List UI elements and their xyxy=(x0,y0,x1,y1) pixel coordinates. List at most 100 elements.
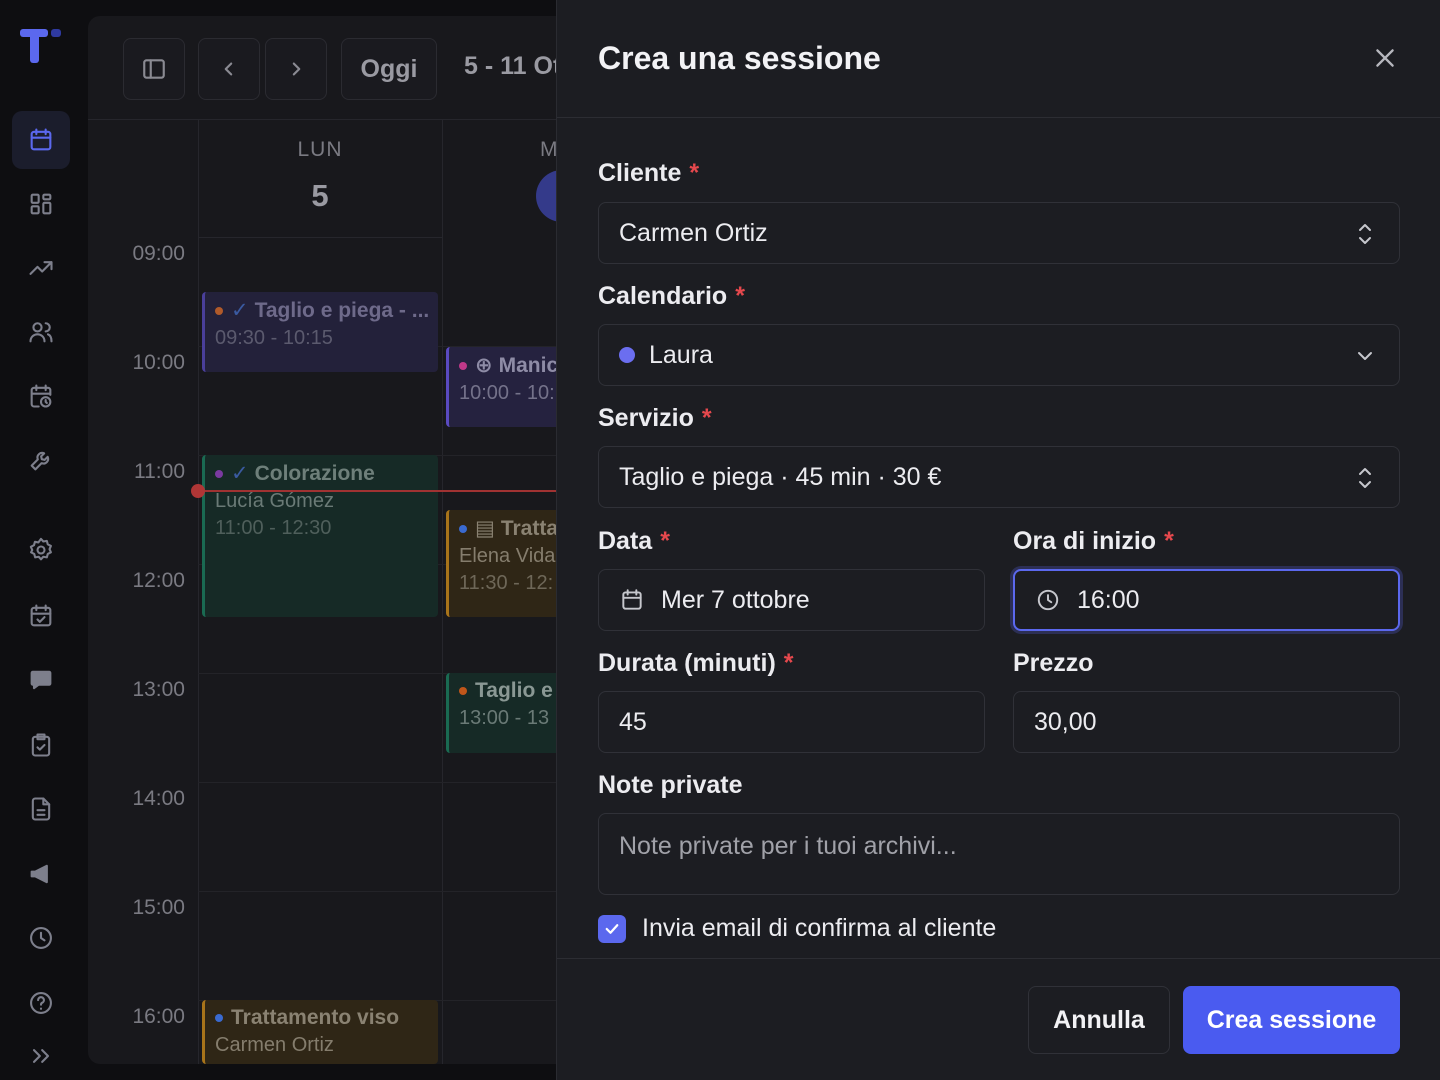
document-icon: ▤ xyxy=(475,517,495,540)
status-dot xyxy=(459,525,467,534)
event-time: 09:30 - 10:15 xyxy=(215,327,333,349)
chevron-up-down-icon xyxy=(1359,468,1371,488)
close-icon xyxy=(1376,49,1394,67)
chevron-left-icon xyxy=(224,62,233,76)
tasks-nav-button[interactable] xyxy=(12,716,70,774)
send-email-label: Invia email di confirma al cliente xyxy=(642,914,997,942)
event-title: Taglio e piega - ... xyxy=(254,299,430,322)
status-dot xyxy=(215,307,223,316)
client-value: Carmen Ortiz xyxy=(619,218,768,247)
start-time-input[interactable]: 16:00 xyxy=(1013,569,1400,631)
send-email-checkbox[interactable] xyxy=(598,914,626,943)
event-time: 13:00 - 13 xyxy=(459,707,550,729)
time-label: 12:00 xyxy=(132,569,185,592)
calendar-event[interactable]: ⊕ Manic 10:00 - 10: xyxy=(446,347,568,427)
price-input[interactable]: 30,00 xyxy=(1013,691,1400,753)
grid-icon xyxy=(30,193,52,215)
client-label: Cliente * xyxy=(598,159,700,187)
messages-nav-button[interactable] xyxy=(12,651,70,709)
notes-placeholder: Note private per i tuoi archivi... xyxy=(619,832,957,860)
calendar-select[interactable]: Laura xyxy=(598,324,1400,386)
chevron-up-down-icon xyxy=(1359,224,1371,244)
calendar-value: Laura xyxy=(649,340,713,369)
service-select[interactable]: Taglio e piega · 45 min · 30 € xyxy=(598,446,1400,508)
day-header-monday[interactable]: LUN 5 xyxy=(198,120,442,238)
event-client: Lucía Gómez xyxy=(215,490,334,512)
service-value: Taglio e piega · 45 min · 30 € xyxy=(619,462,942,491)
dashboard-nav-button[interactable] xyxy=(12,175,70,233)
panel-title: Crea una sessione xyxy=(598,40,881,76)
price-label: Prezzo xyxy=(1013,649,1094,677)
check-icon xyxy=(605,923,619,934)
required-mark: * xyxy=(783,649,794,677)
globe-icon: ⊕ xyxy=(475,354,493,377)
marketing-nav-button[interactable] xyxy=(12,845,70,903)
next-week-button[interactable] xyxy=(265,38,327,100)
bookings-nav-button[interactable] xyxy=(12,587,70,645)
required-mark: * xyxy=(1164,527,1174,555)
time-label: 16:00 xyxy=(132,1005,185,1028)
service-label: Servizio * xyxy=(598,404,712,432)
close-button[interactable] xyxy=(1367,40,1403,76)
send-email-option[interactable]: Invia email di confirma al cliente xyxy=(598,914,996,943)
cancel-button[interactable]: Annulla xyxy=(1028,986,1170,1054)
time-label: 11:00 xyxy=(134,460,185,483)
tools-nav-button[interactable] xyxy=(12,431,70,489)
calendar-nav-button[interactable] xyxy=(12,111,70,169)
duration-input[interactable]: 45 xyxy=(598,691,985,753)
date-picker[interactable]: Mer 7 ottobre xyxy=(598,569,985,631)
event-time: 10:00 - 10: xyxy=(459,382,555,404)
panel-footer: Annulla Crea sessione xyxy=(557,958,1440,1080)
settings-nav-button[interactable] xyxy=(12,521,70,579)
day-name: LUN xyxy=(297,138,343,161)
calendar-event[interactable]: ✓ Taglio e piega - ... 09:30 - 10:15 xyxy=(202,292,438,372)
create-session-panel: Crea una sessione Cliente * Carmen Ortiz … xyxy=(556,0,1440,1080)
start-time-label: Ora di inizio * xyxy=(1013,527,1174,555)
calendar-event[interactable]: ▤ Tratta Elena Vida 11:30 - 12: xyxy=(446,510,568,617)
wrench-icon xyxy=(30,451,50,471)
calendar-clock-icon xyxy=(30,384,52,408)
documents-nav-button[interactable] xyxy=(12,780,70,838)
clients-nav-button[interactable] xyxy=(12,303,70,361)
client-select[interactable]: Carmen Ortiz xyxy=(598,202,1400,264)
expand-sidebar-button[interactable] xyxy=(12,1036,70,1076)
price-value: 30,00 xyxy=(1034,707,1097,736)
calendar-view: Oggi 5 - 11 Ot LUN 5 M 09:00 10:00 11:00… xyxy=(88,16,568,1064)
event-title: Colorazione xyxy=(254,462,375,485)
sidebar-panel-icon xyxy=(143,59,165,79)
gear-icon xyxy=(29,537,52,561)
chevrons-right-icon xyxy=(32,1049,50,1063)
toggle-sidebar-button[interactable] xyxy=(123,38,185,100)
clipboard-check-icon xyxy=(31,733,51,757)
time-label: 09:00 xyxy=(132,242,185,265)
document-icon xyxy=(31,797,51,821)
required-mark: * xyxy=(689,159,700,187)
event-title: Taglio e xyxy=(475,679,553,702)
current-time-dot xyxy=(191,484,205,498)
chevron-right-icon xyxy=(292,62,301,76)
event-client: Elena Vida xyxy=(459,545,556,567)
time-label: 15:00 xyxy=(132,896,185,919)
calendar-toolbar: Oggi 5 - 11 Ot xyxy=(88,16,568,120)
date-label: Data * xyxy=(598,527,670,555)
schedule-nav-button[interactable] xyxy=(12,367,70,425)
megaphone-icon xyxy=(30,864,48,884)
calendar-label: Calendario * xyxy=(598,282,745,310)
clock-icon xyxy=(1037,589,1059,611)
clock-icon xyxy=(30,927,52,949)
calendar-event[interactable]: Taglio e 13:00 - 13 xyxy=(446,673,568,753)
calendar-event[interactable]: ✓ Colorazione Lucía Gómez 11:00 - 12:30 xyxy=(202,455,438,617)
previous-week-button[interactable] xyxy=(198,38,260,100)
duration-label: Durata (minuti) * xyxy=(598,649,794,677)
help-nav-button[interactable] xyxy=(12,974,70,1032)
start-time-value: 16:00 xyxy=(1077,585,1140,614)
time-label: 13:00 xyxy=(132,678,185,701)
event-time: 11:30 - 12: xyxy=(459,572,554,594)
analytics-nav-button[interactable] xyxy=(12,239,70,297)
required-mark: * xyxy=(660,527,670,555)
today-button[interactable]: Oggi xyxy=(341,38,437,100)
create-session-button[interactable]: Crea sessione xyxy=(1183,986,1400,1054)
notes-textarea[interactable]: Note private per i tuoi archivi... xyxy=(598,813,1400,895)
calendar-event[interactable]: Trattamento viso Carmen Ortiz xyxy=(202,1000,438,1064)
history-nav-button[interactable] xyxy=(12,909,70,967)
